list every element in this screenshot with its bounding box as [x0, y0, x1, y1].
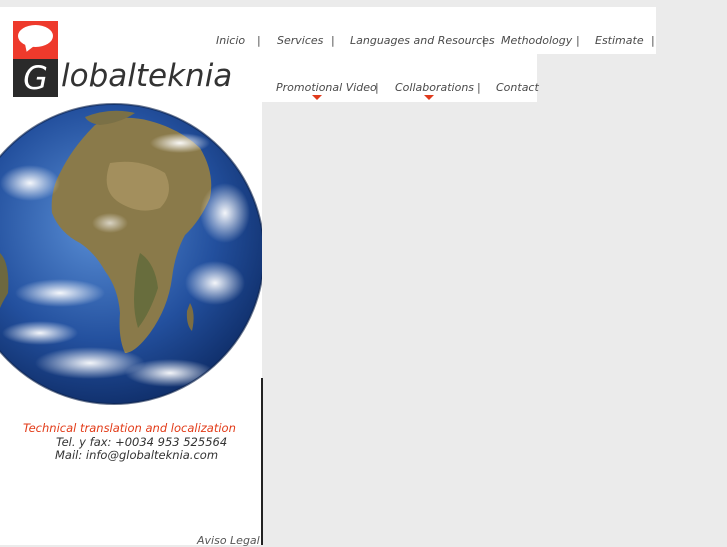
nav-methodology-link[interactable]: Methodology	[501, 34, 572, 47]
nav-separator: |	[477, 81, 481, 94]
nav-inicio-link[interactable]: Inicio	[216, 34, 245, 47]
nav-collaborations-link[interactable]: Collaborations	[395, 81, 474, 94]
email-link[interactable]: Mail: info@globalteknia.com	[55, 448, 218, 462]
nav-separator: |	[651, 34, 655, 47]
nav-languages-link[interactable]: Languages and Resources	[350, 34, 495, 47]
nav-estimate-link[interactable]: Estimate	[595, 34, 644, 47]
menu-row-2-background	[262, 54, 537, 102]
top-strip	[0, 0, 727, 7]
vertical-divider	[261, 378, 263, 545]
nav-separator: |	[375, 81, 379, 94]
nav-separator: |	[257, 34, 261, 47]
phone-fax-text: Tel. y fax: +0034 953 525564	[56, 435, 228, 449]
logo-letter-box[interactable]: G	[13, 59, 58, 97]
nav-contact-link[interactable]: Contact	[496, 81, 539, 94]
legal-notice-link[interactable]: Aviso Legal	[197, 534, 260, 547]
nav-promotional-video-link[interactable]: Promotional Video	[276, 81, 377, 94]
nav-separator: |	[331, 34, 335, 47]
logo-wordmark[interactable]: lobalteknia	[61, 58, 232, 94]
speech-bubble-logo-icon	[13, 21, 58, 59]
earth-globe-image	[0, 103, 262, 408]
submenu-arrow-icon	[424, 95, 434, 100]
nav-services-link[interactable]: Services	[277, 34, 323, 47]
submenu-arrow-icon	[312, 95, 322, 100]
tagline: Technical translation and localization	[23, 421, 236, 435]
nav-separator: |	[482, 34, 486, 47]
nav-separator: |	[576, 34, 580, 47]
